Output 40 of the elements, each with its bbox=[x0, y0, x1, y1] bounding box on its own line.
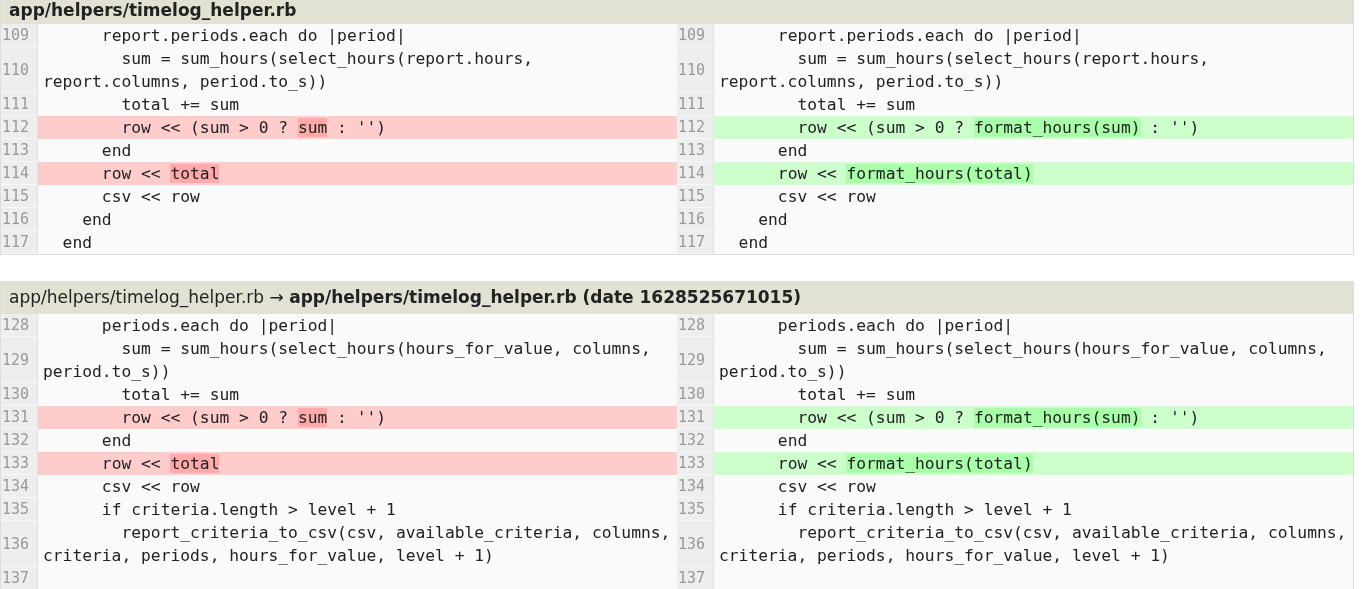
line-number: 111 bbox=[1, 93, 38, 116]
line-number: 114 bbox=[677, 162, 714, 185]
line-number: 115 bbox=[677, 185, 714, 208]
line-number: 114 bbox=[1, 162, 38, 185]
line-number: 110 bbox=[1, 47, 38, 93]
line-number: 135 bbox=[677, 498, 714, 521]
line-number: 129 bbox=[677, 337, 714, 383]
line-number: 137 bbox=[677, 567, 714, 589]
file-header: app/helpers/timelog_helper.rb bbox=[1, 0, 1353, 24]
line-number: 136 bbox=[1, 521, 38, 567]
line-number: 109 bbox=[677, 24, 714, 47]
line-number: 132 bbox=[677, 429, 714, 452]
line-number: 112 bbox=[677, 116, 714, 139]
line-number: 116 bbox=[1, 208, 38, 231]
line-number: 129 bbox=[1, 337, 38, 383]
line-number: 136 bbox=[677, 521, 714, 567]
line-number: 133 bbox=[677, 452, 714, 475]
line-number: 117 bbox=[1, 231, 38, 254]
line-number: 112 bbox=[1, 116, 38, 139]
line-number: 130 bbox=[1, 383, 38, 406]
file-header: app/helpers/timelog_helper.rb → app/helpers/timelog_helper.rb (date 1628525671015) bbox=[1, 281, 1353, 314]
line-number: 128 bbox=[677, 314, 714, 337]
line-number: 134 bbox=[1, 475, 38, 498]
line-number: 109 bbox=[1, 24, 38, 47]
line-number: 110 bbox=[677, 47, 714, 93]
line-number: 113 bbox=[677, 139, 714, 162]
line-number: 137 bbox=[1, 567, 38, 589]
line-number: 111 bbox=[677, 93, 714, 116]
line-number: 113 bbox=[1, 139, 38, 162]
line-number: 134 bbox=[677, 475, 714, 498]
line-number: 131 bbox=[677, 406, 714, 429]
line-number: 117 bbox=[677, 231, 714, 254]
line-number: 116 bbox=[677, 208, 714, 231]
line-number: 131 bbox=[1, 406, 38, 429]
line-number: 130 bbox=[677, 383, 714, 406]
line-number: 115 bbox=[1, 185, 38, 208]
line-number: 128 bbox=[1, 314, 38, 337]
line-number: 133 bbox=[1, 452, 38, 475]
line-number: 132 bbox=[1, 429, 38, 452]
line-number: 135 bbox=[1, 498, 38, 521]
